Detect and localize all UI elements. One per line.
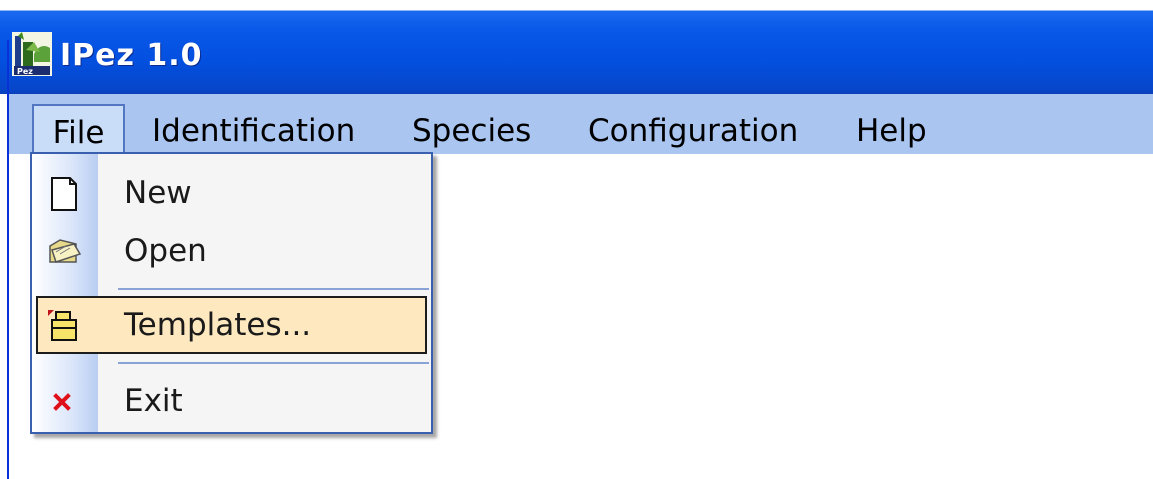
menu-item-exit[interactable]: Exit: [32, 372, 431, 430]
menu-item-label: Exit: [124, 383, 183, 419]
menu-file[interactable]: File: [32, 104, 125, 156]
svg-text:Pez: Pez: [17, 67, 33, 76]
menu-configuration[interactable]: Configuration: [588, 94, 798, 154]
open-folder-icon: [46, 234, 82, 270]
title-bar[interactable]: Pez IPez 1.0: [0, 0, 1153, 94]
menu-separator: [118, 362, 429, 364]
menu-item-templates[interactable]: Templates...: [32, 296, 431, 354]
window-title: IPez 1.0: [60, 38, 203, 73]
menu-separator: [118, 288, 429, 290]
exit-x-icon: [46, 384, 82, 420]
menu-item-label: New: [124, 175, 192, 211]
templates-icon: [46, 308, 82, 344]
menu-help[interactable]: Help: [856, 94, 927, 154]
menu-item-open[interactable]: Open: [32, 222, 431, 280]
menu-species[interactable]: Species: [412, 94, 531, 154]
menu-item-label: Templates...: [124, 307, 312, 343]
new-document-icon: [46, 176, 82, 212]
file-dropdown-menu: New Open Templates... Exit: [30, 152, 433, 434]
menu-item-new[interactable]: New: [32, 164, 431, 222]
menu-identification[interactable]: Identification: [152, 94, 355, 154]
app-logo-icon: Pez: [12, 32, 52, 76]
app-window: Pez IPez 1.0 File Identification Species…: [0, 0, 1153, 479]
menu-item-label: Open: [124, 233, 207, 269]
